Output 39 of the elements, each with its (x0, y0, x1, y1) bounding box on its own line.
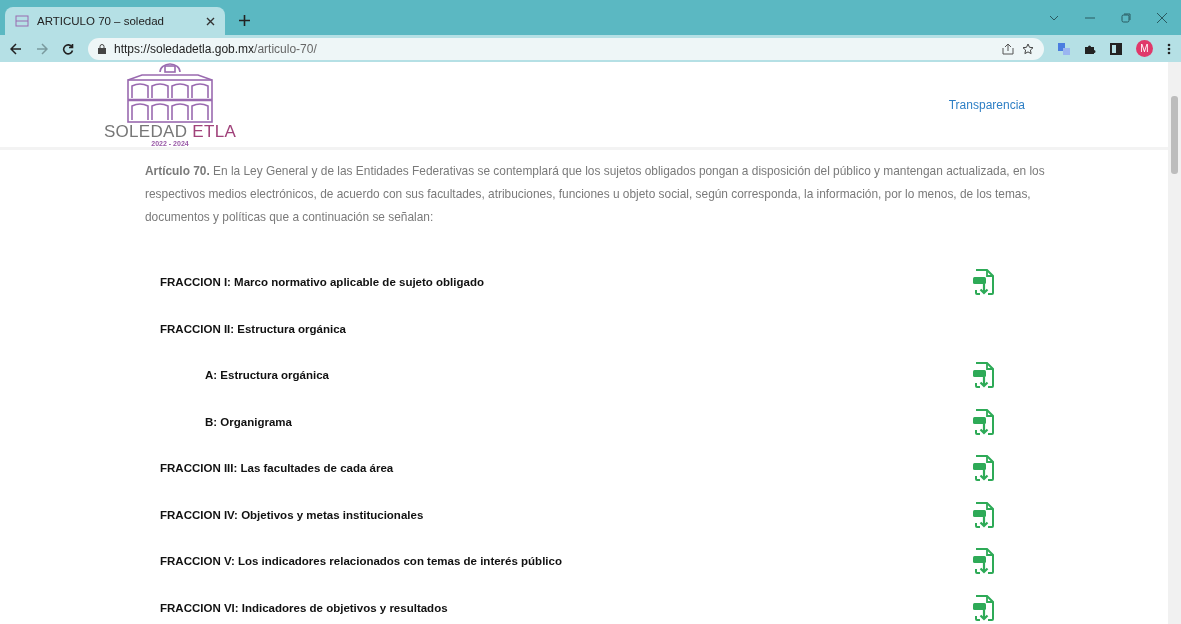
close-tab-icon[interactable] (206, 16, 215, 26)
side-panel-icon[interactable] (1110, 42, 1122, 55)
fraction-label: FRACCION II: Estructura orgánica (160, 322, 347, 335)
pdf-download-icon[interactable] (972, 407, 996, 436)
logo-name: SOLEDAD ETLA (103, 124, 237, 140)
restore-icon[interactable] (1121, 12, 1131, 23)
intro-paragraph: Artículo 70. En la Ley General y de las Entidades Federativas se contemplará que los sujetos obligados pongan a disposición del público y mantengan actualizada, en los respectivos medios electrónicos, de acuerdo con sus facultades, atribuciones, funciones u objeto social, según corresponda, la información, por lo menos, de los temas, documentos y políticas que a continuación se señalan: (145, 163, 1045, 226)
fraction-label: FRACCION III: Las facultades de cada área (160, 462, 395, 475)
lock-icon (98, 43, 106, 54)
pdf-download-icon[interactable] (972, 547, 996, 576)
pdf-download-icon[interactable] (972, 454, 996, 483)
pdf-download-icon[interactable] (972, 268, 996, 297)
menu-icon[interactable] (1167, 42, 1171, 55)
new-tab-icon[interactable] (239, 15, 250, 26)
reload-icon[interactable] (62, 42, 74, 55)
fraction-label: FRACCION VI: Indicadores de objetivos y resultados (160, 601, 449, 614)
minimize-icon[interactable] (1085, 16, 1095, 19)
back-icon[interactable] (10, 42, 22, 55)
pdf-download-icon[interactable] (972, 593, 996, 622)
star-icon[interactable] (1022, 42, 1034, 55)
close-icon[interactable] (1157, 12, 1167, 23)
tab-title: ARTICULO 70 – soledad (37, 15, 165, 27)
url-text: https://soledadetla.gob.mx/articulo-70/ (114, 41, 318, 56)
profile-avatar[interactable]: M (1136, 40, 1153, 57)
fraction-label: FRACCION I: Marco normativo aplicable de sujeto obligado (160, 276, 485, 289)
address-bar[interactable]: https://soledadetla.gob.mx/articulo-70/ (88, 37, 1044, 60)
share-icon[interactable] (1002, 42, 1014, 55)
site-favicon-icon (15, 15, 29, 27)
browser-tab[interactable]: ARTICULO 70 – soledad (5, 7, 225, 35)
pdf-download-icon[interactable] (972, 500, 996, 529)
fraction-label: FRACCION V: Los indicadores relacionados con temas de interés público (160, 555, 563, 568)
fraction-label: FRACCION IV: Objetivos y metas institucionales (160, 508, 425, 521)
fraction-label: A: Estructura orgánica (205, 369, 330, 382)
translate-icon[interactable] (1058, 42, 1070, 55)
forward-icon[interactable] (36, 42, 48, 55)
nav-link[interactable]: Transparencia (948, 97, 1025, 112)
fraction-label: B: Organigrama (205, 415, 293, 428)
pdf-download-icon[interactable] (972, 361, 996, 390)
tab-search-icon[interactable] (1049, 14, 1059, 21)
